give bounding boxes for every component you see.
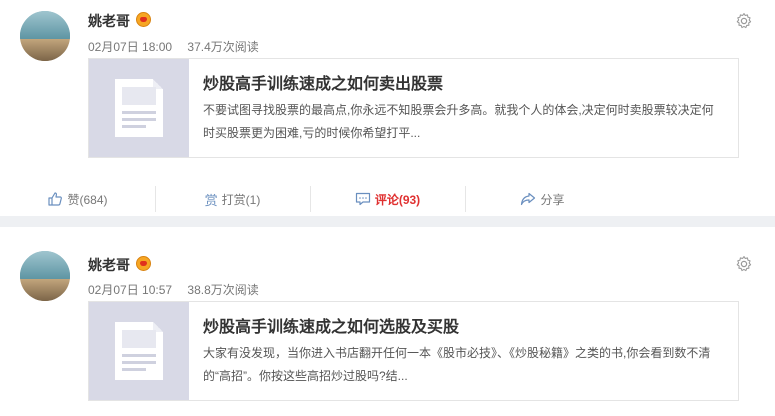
share-icon: [521, 192, 536, 206]
gear-icon[interactable]: [735, 255, 753, 273]
avatar[interactable]: [20, 11, 70, 61]
thumbs-up-icon: [48, 192, 63, 206]
gear-icon[interactable]: [735, 12, 753, 30]
like-count: 赞(684): [67, 192, 108, 207]
comment-count: 评论(93): [374, 192, 421, 207]
article-preview[interactable]: 炒股高手训练速成之如何选股及买股 大家有没发现，当你进入书店翻开任何一本《股市必…: [88, 301, 739, 401]
view-count: 37.4万次阅读: [187, 40, 259, 54]
post-date: 02月07日 10:57: [88, 283, 173, 297]
share-button[interactable]: 分享: [465, 186, 620, 212]
post-meta: 02月07日 10:57 38.8万次阅读: [88, 281, 271, 298]
view-count: 38.8万次阅读: [187, 283, 259, 297]
avatar[interactable]: [20, 251, 70, 301]
tip-button[interactable]: 赏 打赏(1): [155, 186, 310, 212]
like-button[interactable]: 赞(684): [0, 186, 155, 212]
article-description: 不要试图寻找股票的最高点,你永远不知股票会升多高。就我个人的体会,决定何时卖股票…: [203, 103, 714, 140]
comment-icon: [355, 192, 370, 206]
article-title[interactable]: 炒股高手训练速成之如何卖出股票: [203, 70, 443, 94]
document-placeholder-icon: [89, 59, 189, 157]
action-bar: 赞(684) 赏 打赏(1) 评论(93) 分享: [0, 186, 775, 212]
article-description: 大家有没发现，当你进入书店翻开任何一本《股市必技》、《炒股秘籍》之类的书,你会看…: [203, 346, 711, 383]
tip-icon: 赏: [204, 192, 218, 208]
post-card: 姚老哥 02月07日 18:00 37.4万次阅读 炒股高手训练速成之如何卖出股…: [0, 0, 775, 216]
comment-button[interactable]: 评论(93): [310, 186, 465, 212]
post-meta: 02月07日 18:00 37.4万次阅读: [88, 38, 271, 55]
author-name[interactable]: 姚老哥: [88, 11, 130, 31]
article-title[interactable]: 炒股高手训练速成之如何选股及买股: [203, 313, 459, 337]
post-card: 姚老哥 02月07日 10:57 38.8万次阅读 炒股高手训练速成之如何选股及…: [0, 227, 775, 416]
share-label: 分享: [540, 192, 565, 207]
vip-badge-icon: [136, 256, 151, 271]
tip-count: 打赏(1): [221, 192, 261, 207]
document-placeholder-icon: [89, 302, 189, 400]
vip-badge-icon: [136, 12, 151, 27]
author-name[interactable]: 姚老哥: [88, 255, 130, 275]
article-preview[interactable]: 炒股高手训练速成之如何卖出股票 不要试图寻找股票的最高点,你永远不知股票会升多高…: [88, 58, 739, 158]
post-date: 02月07日 18:00: [88, 40, 173, 54]
